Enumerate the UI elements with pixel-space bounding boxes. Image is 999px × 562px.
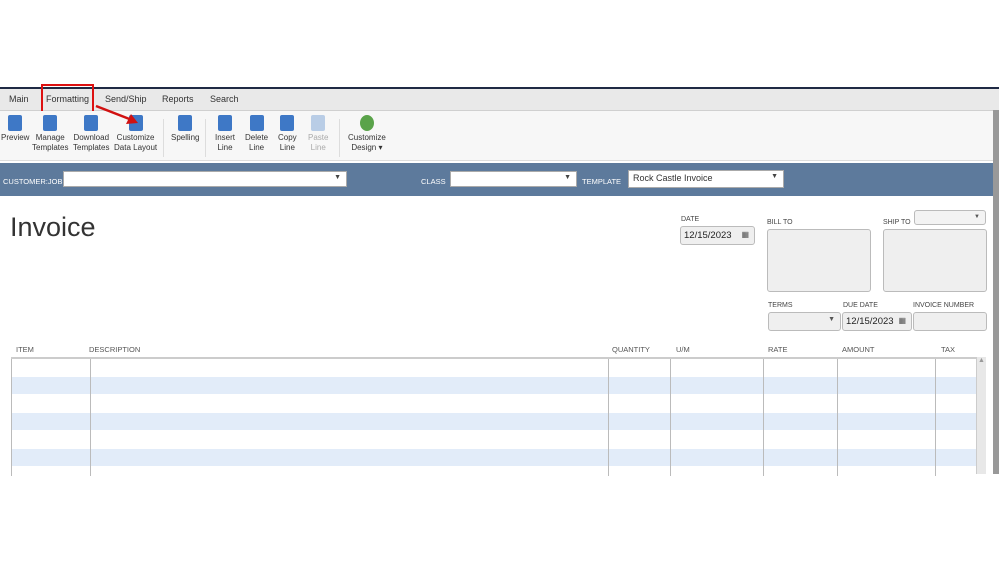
chevron-down-icon: ▼ — [564, 174, 571, 181]
column-divider — [935, 359, 936, 476]
label: Line — [217, 143, 233, 152]
palette-icon — [359, 115, 374, 131]
value: 12/15/2023 — [684, 230, 732, 241]
preview-button[interactable]: Preview — [1, 115, 29, 143]
template-icon — [43, 115, 58, 131]
divider — [163, 119, 164, 157]
calendar-icon[interactable]: ▦ — [898, 316, 906, 325]
calendar-icon[interactable]: ▦ — [741, 230, 749, 239]
column-divider — [11, 359, 12, 476]
ship-to-label: SHIP TO — [883, 219, 911, 226]
template-label: TEMPLATE — [582, 177, 622, 186]
table-row[interactable] — [11, 467, 976, 485]
label: Manage — [35, 133, 65, 142]
chevron-down-icon: ▼ — [771, 173, 778, 180]
label: Line — [310, 143, 326, 152]
window-right-edge — [993, 110, 999, 474]
column-header[interactable]: RATE — [768, 345, 787, 354]
scroll-up-icon[interactable]: ▲ — [977, 357, 986, 364]
class-label: CLASS — [421, 177, 446, 186]
table-row[interactable] — [11, 431, 976, 449]
template-dropdown[interactable]: Rock Castle Invoice ▼ — [628, 170, 784, 188]
table-row[interactable] — [11, 449, 976, 467]
label: Spelling — [171, 133, 200, 142]
due-date-field[interactable]: 12/15/2023 ▦ — [842, 312, 912, 331]
paste-icon — [311, 115, 326, 131]
customer-bar: CUSTOMER:JOB ▼ CLASS ▼ TEMPLATE Rock Cas… — [0, 163, 993, 196]
chevron-down-icon: ▼ — [828, 316, 835, 323]
insert-line-icon — [218, 115, 232, 131]
chevron-down-icon: ▼ — [334, 174, 341, 181]
divider — [205, 119, 206, 157]
paste-line-button[interactable]: Paste Line — [308, 115, 328, 153]
ship-to-dropdown[interactable]: ▼ — [914, 210, 986, 225]
table-header: ITEM DESCRIPTION QUANTITY U/M RATE AMOUN… — [11, 343, 976, 357]
chevron-down-icon: ▼ — [974, 214, 980, 220]
customize-design-button[interactable]: Customize Design ▾ — [348, 115, 386, 153]
value: 12/15/2023 — [846, 316, 894, 327]
label: Download — [73, 133, 110, 142]
spellcheck-icon — [178, 115, 193, 131]
invoice-number-label: INVOICE NUMBER — [913, 302, 975, 309]
tab-main[interactable]: Main — [9, 94, 29, 104]
column-divider — [608, 359, 609, 476]
column-header[interactable]: QUANTITY — [612, 345, 650, 354]
page-title: Invoice — [10, 212, 96, 242]
column-divider — [670, 359, 671, 476]
insert-line-button[interactable]: Insert Line — [215, 115, 235, 153]
tab-reports[interactable]: Reports — [162, 94, 194, 104]
label: Templates — [73, 143, 110, 152]
column-header[interactable]: U/M — [676, 345, 690, 354]
customer-job-dropdown[interactable]: ▼ — [63, 171, 347, 187]
column-header[interactable]: TAX — [941, 345, 955, 354]
copy-icon — [280, 115, 295, 131]
label: Delete — [245, 133, 269, 142]
label: Templates — [32, 143, 69, 152]
ship-to-field[interactable] — [883, 229, 987, 292]
label: Customize — [348, 133, 386, 142]
invoice-number-field[interactable] — [913, 312, 987, 331]
manage-templates-button[interactable]: Manage Templates — [32, 115, 68, 153]
terms-dropdown[interactable]: ▼ — [768, 312, 841, 331]
label: Design ▾ — [351, 143, 383, 152]
terms-label: TERMS — [768, 302, 793, 309]
label: Insert — [215, 133, 236, 142]
table-row[interactable] — [11, 359, 976, 377]
column-divider — [90, 359, 91, 476]
column-header[interactable]: DESCRIPTION — [89, 345, 140, 354]
label: Line — [279, 143, 295, 152]
table-row[interactable] — [11, 395, 976, 413]
bill-to-field[interactable] — [767, 229, 871, 292]
line-items-table[interactable] — [11, 357, 976, 485]
label: Customize — [116, 133, 155, 142]
label: Preview — [1, 133, 30, 142]
arrow-annotation — [95, 104, 138, 124]
column-divider — [763, 359, 764, 476]
copy-line-button[interactable]: Copy Line — [278, 115, 297, 153]
due-date-label: DUE DATE — [843, 302, 878, 309]
tab-search[interactable]: Search — [210, 94, 239, 104]
date-field[interactable]: 12/15/2023 ▦ — [680, 226, 755, 245]
delete-line-icon — [249, 115, 264, 131]
spelling-button[interactable]: Spelling — [171, 115, 199, 143]
value: Rock Castle Invoice — [633, 173, 713, 183]
table-row[interactable] — [11, 377, 976, 395]
label: Paste — [308, 133, 329, 142]
customer-job-label: CUSTOMER:JOB — [3, 177, 63, 186]
label: Line — [249, 143, 265, 152]
column-divider — [837, 359, 838, 476]
class-dropdown[interactable]: ▼ — [450, 171, 577, 187]
label: Copy — [278, 133, 297, 142]
highlight-box — [41, 84, 94, 113]
column-header[interactable]: AMOUNT — [842, 345, 875, 354]
table-row[interactable] — [11, 413, 976, 431]
bill-to-label: BILL TO — [767, 219, 793, 226]
delete-line-button[interactable]: Delete Line — [245, 115, 268, 153]
magnifier-icon — [8, 115, 23, 131]
label: Data Layout — [114, 143, 158, 152]
date-label: DATE — [681, 216, 700, 223]
table-scrollbar[interactable]: ▲ — [976, 357, 986, 474]
column-header[interactable]: ITEM — [16, 345, 34, 354]
divider — [339, 119, 340, 157]
